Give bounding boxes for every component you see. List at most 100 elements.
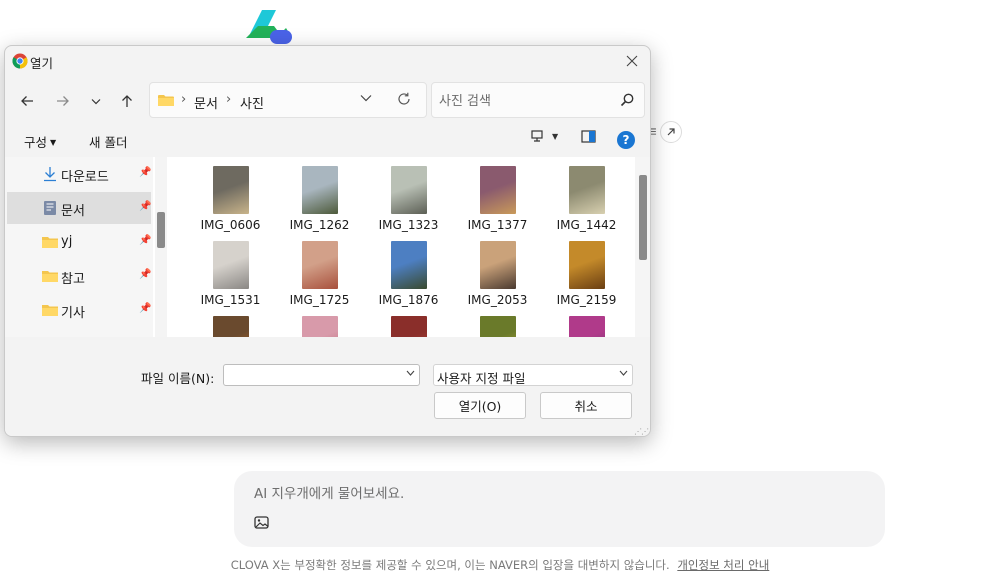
file-name: IMG_1377 bbox=[467, 218, 528, 232]
pin-icon: 📌 bbox=[139, 235, 152, 246]
pin-icon: 📌 bbox=[139, 167, 152, 178]
arrow-up-icon bbox=[122, 95, 132, 107]
clova-logo bbox=[240, 8, 296, 48]
nav-item-documents[interactable]: 문서 📌 bbox=[7, 192, 151, 224]
resize-grip-icon[interactable]: ⋰⋰ bbox=[634, 427, 649, 436]
download-icon bbox=[44, 167, 56, 182]
file-item[interactable]: IMG_1377 bbox=[453, 157, 542, 232]
nav-item-reference[interactable]: 참고 📌 bbox=[7, 260, 151, 292]
file-item[interactable] bbox=[453, 307, 542, 337]
file-thumbnail bbox=[213, 316, 249, 337]
file-item[interactable]: IMG_1876 bbox=[364, 232, 453, 307]
chevron-down-icon bbox=[619, 370, 628, 376]
breadcrumb-documents[interactable]: 문서 bbox=[194, 93, 218, 112]
dialog-titlebar[interactable]: 열기 bbox=[5, 46, 650, 76]
arrow-up-right-icon bbox=[667, 128, 675, 136]
chevron-down-icon bbox=[91, 98, 101, 104]
file-thumbnail bbox=[213, 241, 249, 289]
filename-label: 파일 이름(N): bbox=[141, 371, 215, 386]
open-button[interactable]: 열기(O) bbox=[434, 392, 526, 419]
file-thumbnail bbox=[391, 166, 427, 214]
chevron-down-icon[interactable] bbox=[360, 94, 372, 102]
file-thumbnail bbox=[569, 166, 605, 214]
chrome-icon bbox=[12, 53, 28, 69]
open-file-dialog: 열기 › 문서 › 사진 사진 검색 구성 ▼ 새 폴더 ▼ ? 다운로드 📌 … bbox=[4, 45, 651, 437]
file-name: IMG_1323 bbox=[378, 218, 439, 232]
file-name: IMG_2053 bbox=[467, 293, 528, 307]
file-thumbnail bbox=[302, 316, 338, 337]
address-bar[interactable]: › 문서 › 사진 bbox=[149, 82, 427, 118]
filename-combobox[interactable] bbox=[223, 364, 420, 386]
file-item[interactable]: IMG_2159 bbox=[542, 232, 631, 307]
file-name: IMG_1725 bbox=[289, 293, 350, 307]
nav-item-downloads[interactable]: 다운로드 📌 bbox=[7, 158, 151, 190]
file-name: IMG_2159 bbox=[556, 293, 617, 307]
organize-menu[interactable]: 구성 ▼ bbox=[24, 132, 56, 151]
arrow-right-icon bbox=[57, 96, 69, 106]
nav-item-articles[interactable]: 기사 📌 bbox=[7, 294, 151, 326]
preview-pane-button[interactable] bbox=[581, 130, 596, 143]
up-button[interactable] bbox=[114, 88, 140, 114]
file-item[interactable]: IMG_1442 bbox=[542, 157, 631, 232]
filename-input[interactable] bbox=[224, 366, 399, 386]
search-input[interactable] bbox=[439, 91, 609, 111]
forward-button[interactable] bbox=[50, 88, 76, 114]
file-thumbnail bbox=[302, 241, 338, 289]
breadcrumb-photos[interactable]: 사진 bbox=[240, 93, 264, 112]
privacy-link[interactable]: 개인정보 처리 안내 bbox=[677, 558, 769, 572]
image-upload-button[interactable] bbox=[251, 512, 271, 532]
file-item[interactable] bbox=[186, 307, 275, 337]
file-item[interactable]: IMG_1531 bbox=[186, 232, 275, 307]
file-item[interactable]: IMG_1725 bbox=[275, 232, 364, 307]
help-button[interactable]: ? bbox=[617, 131, 635, 149]
search-icon[interactable] bbox=[620, 93, 634, 107]
file-name: IMG_1262 bbox=[289, 218, 350, 232]
folder-icon bbox=[42, 305, 58, 316]
expand-arrow-button[interactable] bbox=[660, 121, 682, 143]
breadcrumb-separator-icon: › bbox=[226, 92, 232, 107]
recent-locations-button[interactable] bbox=[83, 88, 109, 114]
file-thumbnail bbox=[302, 166, 338, 214]
content-area: 다운로드 📌 문서 📌 yj 📌 참고 📌 기사 📌 IMG_0606 IMG_… bbox=[5, 157, 650, 337]
cancel-button[interactable]: 취소 bbox=[540, 392, 632, 419]
filetype-value: 사용자 지정 파일 bbox=[437, 371, 526, 386]
file-item[interactable]: IMG_1323 bbox=[364, 157, 453, 232]
scrollbar-thumb[interactable] bbox=[157, 212, 165, 248]
file-item[interactable]: IMG_1262 bbox=[275, 157, 364, 232]
close-button[interactable] bbox=[620, 50, 644, 72]
nav-item-partial[interactable] bbox=[7, 328, 151, 337]
navigation-pane: 다운로드 📌 문서 📌 yj 📌 참고 📌 기사 📌 bbox=[5, 157, 153, 337]
file-name: IMG_0606 bbox=[200, 218, 261, 232]
nav-scrollbar[interactable] bbox=[155, 157, 167, 337]
file-scrollbar[interactable] bbox=[635, 157, 650, 337]
file-item[interactable] bbox=[275, 307, 364, 337]
folder-icon bbox=[42, 271, 58, 282]
new-folder-button[interactable]: 새 폴더 bbox=[89, 132, 127, 151]
scrollbar-thumb[interactable] bbox=[639, 175, 647, 260]
close-icon bbox=[626, 55, 638, 67]
nav-item-label: yj bbox=[61, 234, 73, 249]
filetype-select[interactable]: 사용자 지정 파일 bbox=[433, 364, 633, 386]
file-thumbnail bbox=[480, 241, 516, 289]
file-item[interactable] bbox=[364, 307, 453, 337]
pin-icon: 📌 bbox=[139, 201, 152, 212]
chevron-down-icon[interactable] bbox=[406, 370, 415, 376]
nav-item-label: 기사 bbox=[61, 306, 85, 321]
arrow-left-icon bbox=[21, 96, 33, 106]
dialog-footer: 파일 이름(N): 사용자 지정 파일 열기(O) 취소 ⋰⋰ bbox=[5, 337, 650, 436]
file-thumbnail bbox=[213, 166, 249, 214]
disclaimer-text: CLOVA X는 부정확한 정보를 제공할 수 있으며, 이는 NAVER의 입… bbox=[230, 558, 670, 572]
back-button[interactable] bbox=[14, 88, 40, 114]
file-item[interactable] bbox=[542, 307, 631, 337]
nav-item-yj[interactable]: yj 📌 bbox=[7, 226, 151, 258]
view-options-button[interactable]: ▼ bbox=[531, 130, 558, 143]
file-item[interactable]: IMG_2053 bbox=[453, 232, 542, 307]
file-thumbnail bbox=[391, 241, 427, 289]
command-bar: 구성 ▼ 새 폴더 ▼ bbox=[5, 126, 650, 154]
refresh-icon[interactable] bbox=[397, 92, 411, 106]
file-grid: IMG_0606 IMG_1262 IMG_1323 IMG_1377 IMG_1442… bbox=[168, 157, 634, 337]
file-item[interactable]: IMG_0606 bbox=[186, 157, 275, 232]
file-thumbnail bbox=[480, 316, 516, 337]
organize-label: 구성 bbox=[24, 135, 48, 150]
prompt-input[interactable] bbox=[254, 483, 854, 505]
